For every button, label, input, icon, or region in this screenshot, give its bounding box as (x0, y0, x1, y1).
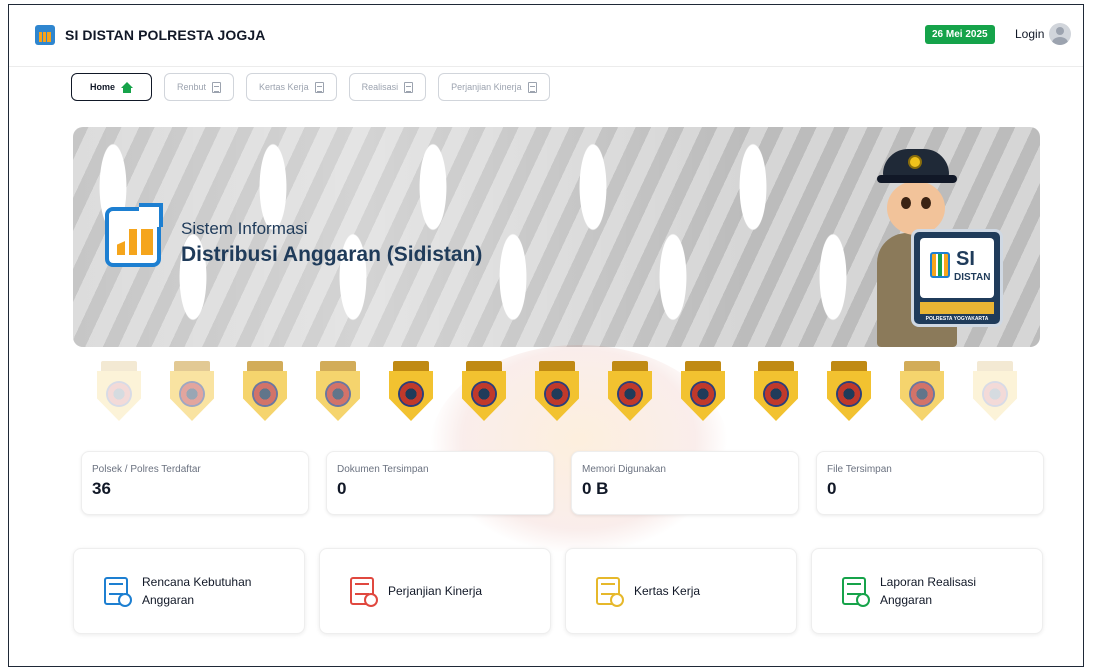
cap-badge-icon (908, 155, 922, 169)
tab-home[interactable]: Home (71, 73, 153, 101)
tab-label: Kertas Kerja (259, 82, 309, 92)
app-logo-icon (35, 25, 55, 45)
stat-value: 36 (92, 479, 111, 498)
tab-perjanjian-kinerja[interactable]: Perjanjian Kinerja (438, 73, 550, 101)
stat-value: 0 (827, 479, 837, 498)
tab-label: Perjanjian Kinerja (451, 82, 522, 92)
mascot-sign: SI DISTAN POLRESTA YOGYAKARTA (911, 229, 1003, 327)
tab-label: Renbut (177, 82, 207, 92)
mascot-face (887, 181, 945, 235)
perencanaan-badge-icon (673, 357, 733, 427)
agreement-document-icon (350, 577, 378, 607)
top-navbar: SI DISTAN POLRESTA JOGJA 26 Mei 2025 Log… (9, 5, 1083, 67)
document-icon (527, 81, 537, 93)
stat-card-dokumen: Dokumen Tersimpan 0 (326, 451, 554, 515)
card-label: Rencana Kebutuhan Anggaran (142, 575, 252, 607)
stat-label: File Tersimpan (827, 464, 892, 475)
perencanaan-badge-icon (746, 357, 806, 427)
card-label: Perjanjian Kinerja (388, 584, 483, 598)
sign-strip (920, 302, 994, 314)
perencanaan-badge-icon (892, 357, 952, 427)
card-label: Kertas Kerja (634, 584, 701, 598)
stat-card-polsek: Polsek / Polres Terdaftar 36 (81, 451, 309, 515)
hero-title: Distribusi Anggaran (Sidistan) (181, 243, 483, 266)
stat-value: 0 (337, 479, 347, 498)
perencanaan-badge-icon (454, 357, 514, 427)
stats-row: Polsek / Polres Terdaftar 36 Dokumen Ter… (81, 451, 1044, 515)
badge-carousel (89, 355, 1049, 429)
sidistan-logo-icon (105, 207, 161, 267)
cap-visor (877, 175, 957, 183)
date-badge: 26 Mei 2025 (925, 25, 995, 44)
perencanaan-badge-icon (527, 357, 587, 427)
hero-subtitle: Sistem Informasi (181, 219, 308, 238)
main-tabs: Home Renbut Kertas Kerja Realisasi Perja… (71, 73, 550, 101)
perencanaan-badge-icon (162, 357, 222, 427)
worksheet-icon (596, 577, 624, 607)
app-title: SI DISTAN POLRESTA JOGJA (65, 27, 266, 43)
perencanaan-badge-icon (965, 357, 1025, 427)
stat-card-file: File Tersimpan 0 (816, 451, 1044, 515)
card-label: Laporan Realisasi Anggaran (880, 575, 977, 607)
card-laporan-realisasi-anggaran[interactable]: Laporan Realisasi Anggaran (811, 548, 1043, 634)
login-link[interactable]: Login (1015, 27, 1044, 41)
mascot-eye (901, 197, 911, 209)
user-avatar-icon[interactable] (1049, 23, 1071, 45)
app-window: SI DISTAN POLRESTA JOGJA 26 Mei 2025 Log… (8, 4, 1084, 667)
sign-si-text: SI (956, 248, 975, 270)
mascot-eye (921, 197, 931, 209)
perencanaan-badge-icon (89, 357, 149, 427)
tab-label: Realisasi (361, 82, 399, 92)
perencanaan-badge-icon (381, 357, 441, 427)
sign-logo-icon (930, 252, 950, 278)
perencanaan-badge-icon (819, 357, 879, 427)
police-mascot-illustration: SI DISTAN POLRESTA YOGYAKARTA (863, 149, 1003, 347)
card-kertas-kerja[interactable]: Kertas Kerja (565, 548, 797, 634)
sign-footer-text: POLRESTA YOGYAKARTA (925, 316, 989, 322)
perencanaan-badge-icon (600, 357, 660, 427)
hero-banner: Sistem Informasi Distribusi Anggaran (Si… (73, 127, 1040, 347)
sign-distan-text: DISTAN (954, 272, 991, 283)
tab-kertas-kerja[interactable]: Kertas Kerja (246, 73, 337, 101)
card-rencana-kebutuhan-anggaran[interactable]: Rencana Kebutuhan Anggaran (73, 548, 305, 634)
stat-label: Polsek / Polres Terdaftar (92, 464, 201, 475)
stat-label: Dokumen Tersimpan (337, 464, 429, 475)
stat-card-memori: Memori Digunakan 0 B (571, 451, 799, 515)
perencanaan-badge-icon (308, 357, 368, 427)
home-icon (121, 81, 134, 93)
brand[interactable]: SI DISTAN POLRESTA JOGJA (35, 25, 266, 45)
document-icon (212, 81, 222, 93)
card-perjanjian-kinerja[interactable]: Perjanjian Kinerja (319, 548, 551, 634)
stat-label: Memori Digunakan (582, 464, 666, 475)
document-icon (314, 81, 324, 93)
tab-realisasi[interactable]: Realisasi (348, 73, 427, 101)
sign-panel: SI DISTAN (920, 238, 994, 298)
tab-renbut[interactable]: Renbut (164, 73, 235, 101)
document-icon (404, 81, 414, 93)
feature-cards: Rencana Kebutuhan Anggaran Perjanjian Ki… (73, 548, 1043, 634)
budget-document-icon (104, 577, 132, 607)
report-document-icon (842, 577, 870, 607)
stat-value: 0 B (582, 479, 609, 498)
perencanaan-badge-icon (235, 357, 295, 427)
tab-label: Home (90, 82, 116, 92)
